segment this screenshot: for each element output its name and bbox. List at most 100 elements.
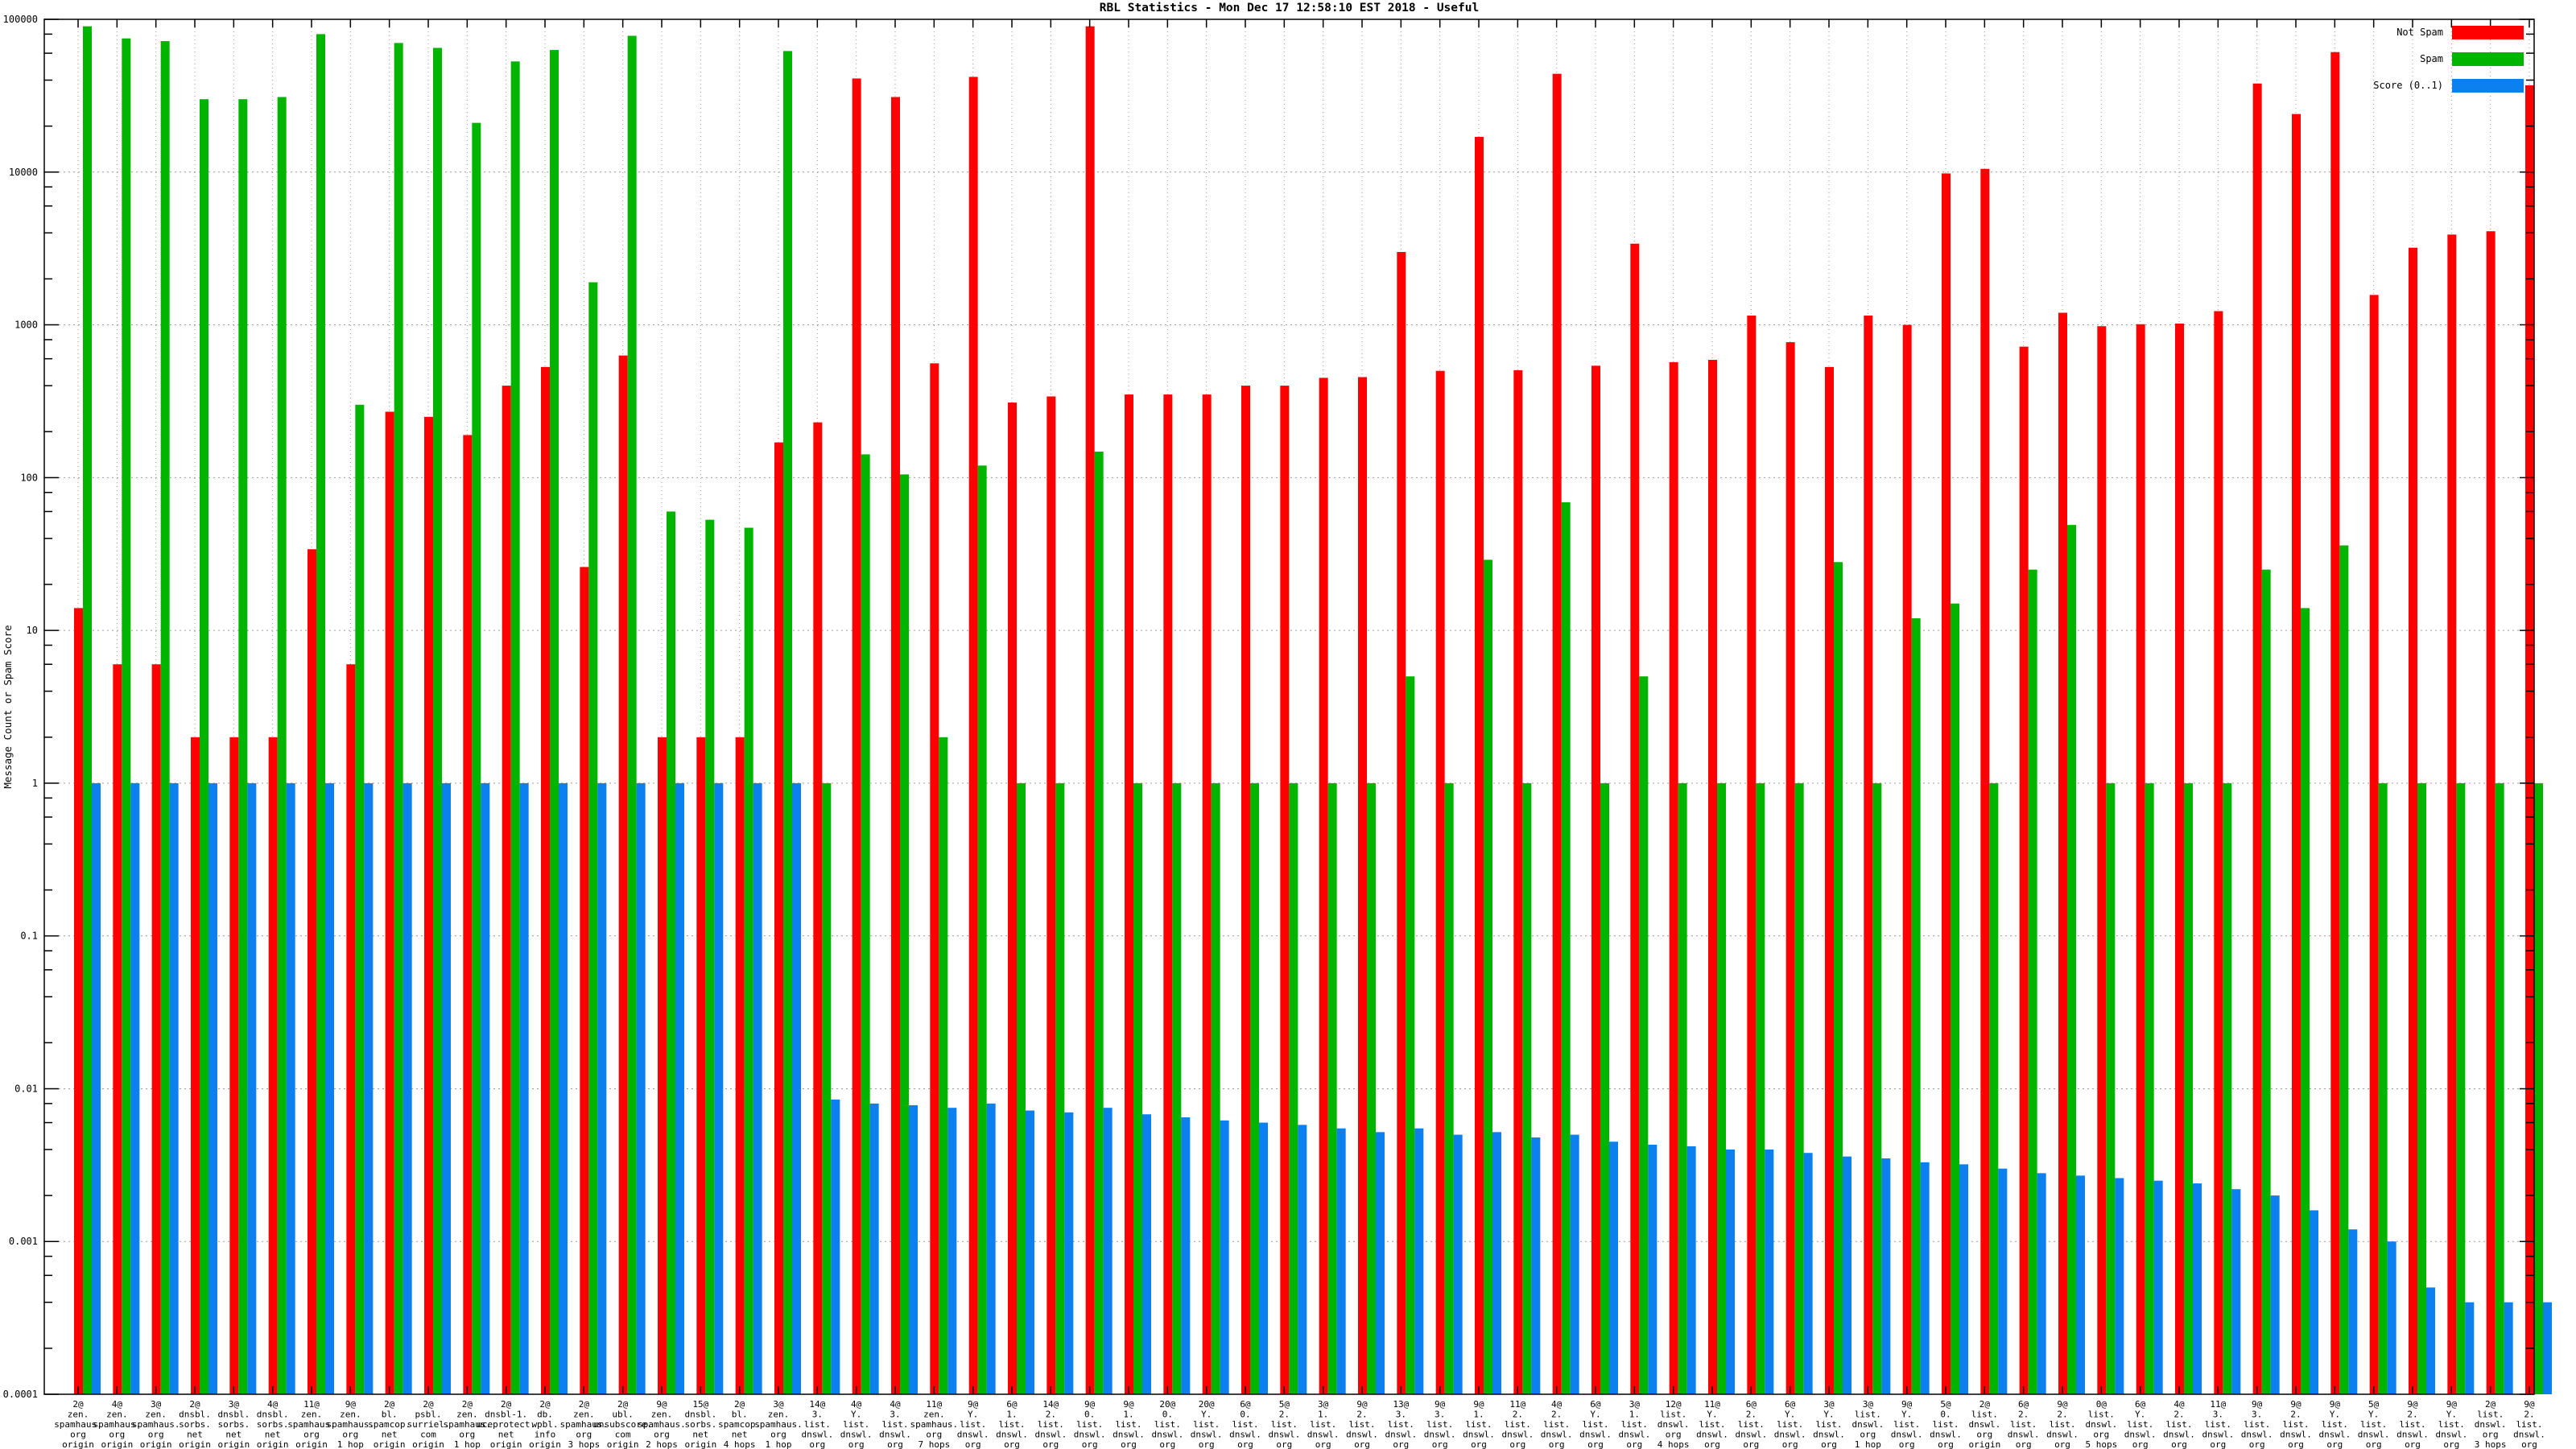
bar-score-0-1- (481, 782, 490, 1394)
bar-not-spam (424, 416, 433, 1394)
bar-spam (355, 404, 365, 1394)
legend-swatch (2452, 26, 2524, 39)
x-category-label: 3@ (1629, 1399, 1641, 1410)
x-category-label: ubl. (612, 1410, 634, 1420)
bar-score-0-1- (1259, 1122, 1268, 1394)
x-category-label: Y. (1785, 1410, 1795, 1420)
y-tick-label: 10000 (9, 167, 38, 178)
x-category-label: 6@ (1746, 1399, 1757, 1410)
bar-not-spam (1669, 361, 1678, 1395)
x-category-label: dnswl. (2280, 1430, 2312, 1440)
bar-not-spam (2330, 52, 2340, 1394)
x-category-label: org (2132, 1439, 2149, 1449)
bar-not-spam (2136, 324, 2145, 1394)
x-category-label: org (576, 1430, 592, 1440)
x-category-label: dnsbl. (257, 1410, 289, 1420)
x-category-label: 1. (1123, 1410, 1133, 1420)
x-category-label: org (2210, 1439, 2226, 1449)
bar-score-0-1- (2115, 1178, 2124, 1394)
x-category-label: 9@ (1435, 1399, 1446, 1410)
x-category-label: dnswl. (2085, 1419, 2117, 1430)
x-category-label: list. (1348, 1419, 1375, 1430)
x-category-label: 9@ (345, 1399, 357, 1410)
bar-score-0-1- (286, 782, 295, 1394)
bar-score-0-1- (1026, 1110, 1034, 1394)
x-category-label: org (887, 1439, 903, 1449)
bar-score-0-1- (2543, 1302, 2552, 1394)
x-category-label: 2. (1279, 1410, 1290, 1420)
x-category-label: list. (2205, 1419, 2231, 1430)
bar-score-0-1- (1181, 1117, 1191, 1394)
x-category-label: dnswl. (2241, 1430, 2273, 1440)
x-category-label: dnswl. (1852, 1419, 1884, 1430)
x-category-label: zen. (923, 1410, 945, 1420)
x-category-label: 6@ (2135, 1399, 2146, 1410)
x-category-label: org (1860, 1430, 1876, 1440)
x-category-label: org (1626, 1439, 1642, 1449)
x-category-label: list. (1582, 1419, 1608, 1430)
x-category-label: org (1121, 1439, 1137, 1449)
bar-spam (977, 465, 987, 1394)
x-category-label: list. (2360, 1419, 2387, 1430)
x-category-label: list. (1777, 1419, 1803, 1430)
bar-spam (433, 47, 442, 1395)
x-category-label: 6@ (1785, 1399, 1796, 1410)
x-category-label: net (265, 1430, 281, 1440)
x-category-label: org (2483, 1430, 2499, 1440)
bar-spam (939, 737, 948, 1394)
x-category-label: org (459, 1430, 475, 1440)
bar-spam (316, 34, 325, 1395)
x-category-label: 15@ (692, 1399, 708, 1410)
bar-not-spam (385, 411, 394, 1394)
x-category-label: org (1587, 1439, 1604, 1449)
bar-spam (2145, 782, 2154, 1394)
bar-spam (510, 61, 520, 1395)
x-category-label: 6@ (1590, 1399, 1601, 1410)
x-category-label: 9@ (2330, 1399, 2341, 1410)
x-category-label: 3. (2213, 1410, 2223, 1420)
bar-score-0-1- (947, 1108, 957, 1394)
bar-spam (1639, 676, 1649, 1394)
bar-spam (667, 511, 675, 1394)
x-category-label: list. (804, 1419, 831, 1430)
bar-spam (1872, 782, 1882, 1394)
bar-score-0-1- (1531, 1137, 1541, 1394)
bar-spam (1017, 782, 1026, 1394)
bar-spam (160, 41, 170, 1395)
x-category-label: dnswl. (1268, 1430, 1300, 1440)
bar-score-0-1- (2387, 1241, 2396, 1394)
bar-score-0-1- (1376, 1132, 1385, 1394)
x-category-label: zen. (301, 1410, 323, 1420)
x-category-label: org (2171, 1439, 2187, 1449)
x-category-label: 9@ (2524, 1399, 2535, 1410)
x-category-label: origin (295, 1439, 328, 1449)
x-category-label: origin (607, 1439, 639, 1449)
bar-not-spam (1046, 396, 1056, 1394)
x-category-label: 2@ (1979, 1399, 1991, 1410)
x-category-label: origin (684, 1439, 716, 1449)
x-category-label: Y. (2330, 1410, 2340, 1420)
x-category-label: dnswl. (840, 1430, 873, 1440)
bar-score-0-1- (364, 782, 374, 1394)
x-category-label: list. (1076, 1419, 1103, 1430)
x-category-label: dnswl. (1541, 1430, 1573, 1440)
x-category-label: 1 hop (765, 1439, 791, 1449)
bar-not-spam (2058, 312, 2067, 1395)
bar-not-spam (1864, 316, 1873, 1394)
x-category-label: list. (2516, 1419, 2542, 1430)
bar-spam (238, 99, 248, 1395)
legend-label: Not Spam (2396, 27, 2443, 38)
legend-swatch (2452, 52, 2524, 66)
x-category-label: sorbs. (684, 1419, 716, 1430)
bar-score-0-1- (909, 1104, 918, 1394)
x-category-label: 6@ (1240, 1399, 1251, 1410)
x-category-label: list. (1893, 1419, 1920, 1430)
x-category-label: list. (2438, 1419, 2465, 1430)
bar-spam (705, 519, 715, 1394)
x-category-label: 2. (2524, 1410, 2534, 1420)
x-category-label: 3. (812, 1410, 823, 1420)
x-category-label: dnswl. (1424, 1430, 1456, 1440)
x-category-label: 2@ (423, 1399, 434, 1410)
bar-spam (744, 527, 753, 1394)
x-category-label: list. (1660, 1410, 1686, 1420)
